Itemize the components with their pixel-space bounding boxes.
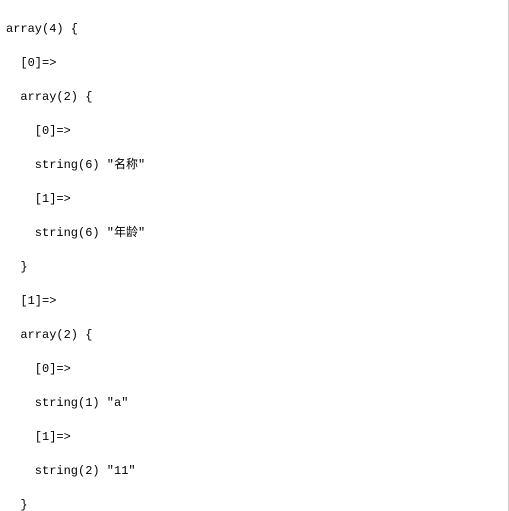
dump-line: string(1) "a": [6, 395, 502, 412]
dump-line: array(4) {: [6, 21, 502, 38]
dump-line: [0]=>: [6, 361, 502, 378]
dump-line: string(2) "11": [6, 463, 502, 480]
dump-line: [1]=>: [6, 429, 502, 446]
dump-line: array(2) {: [6, 89, 502, 106]
dump-line: [0]=>: [6, 55, 502, 72]
var-dump-output: array(4) { [0]=> array(2) { [0]=> string…: [0, 0, 509, 511]
dump-line: }: [6, 497, 502, 511]
dump-line: [1]=>: [6, 293, 502, 310]
dump-line: }: [6, 259, 502, 276]
dump-line: [1]=>: [6, 191, 502, 208]
dump-line: string(6) "名称": [6, 157, 502, 174]
dump-line: string(6) "年龄": [6, 225, 502, 242]
dump-line: array(2) {: [6, 327, 502, 344]
dump-line: [0]=>: [6, 123, 502, 140]
